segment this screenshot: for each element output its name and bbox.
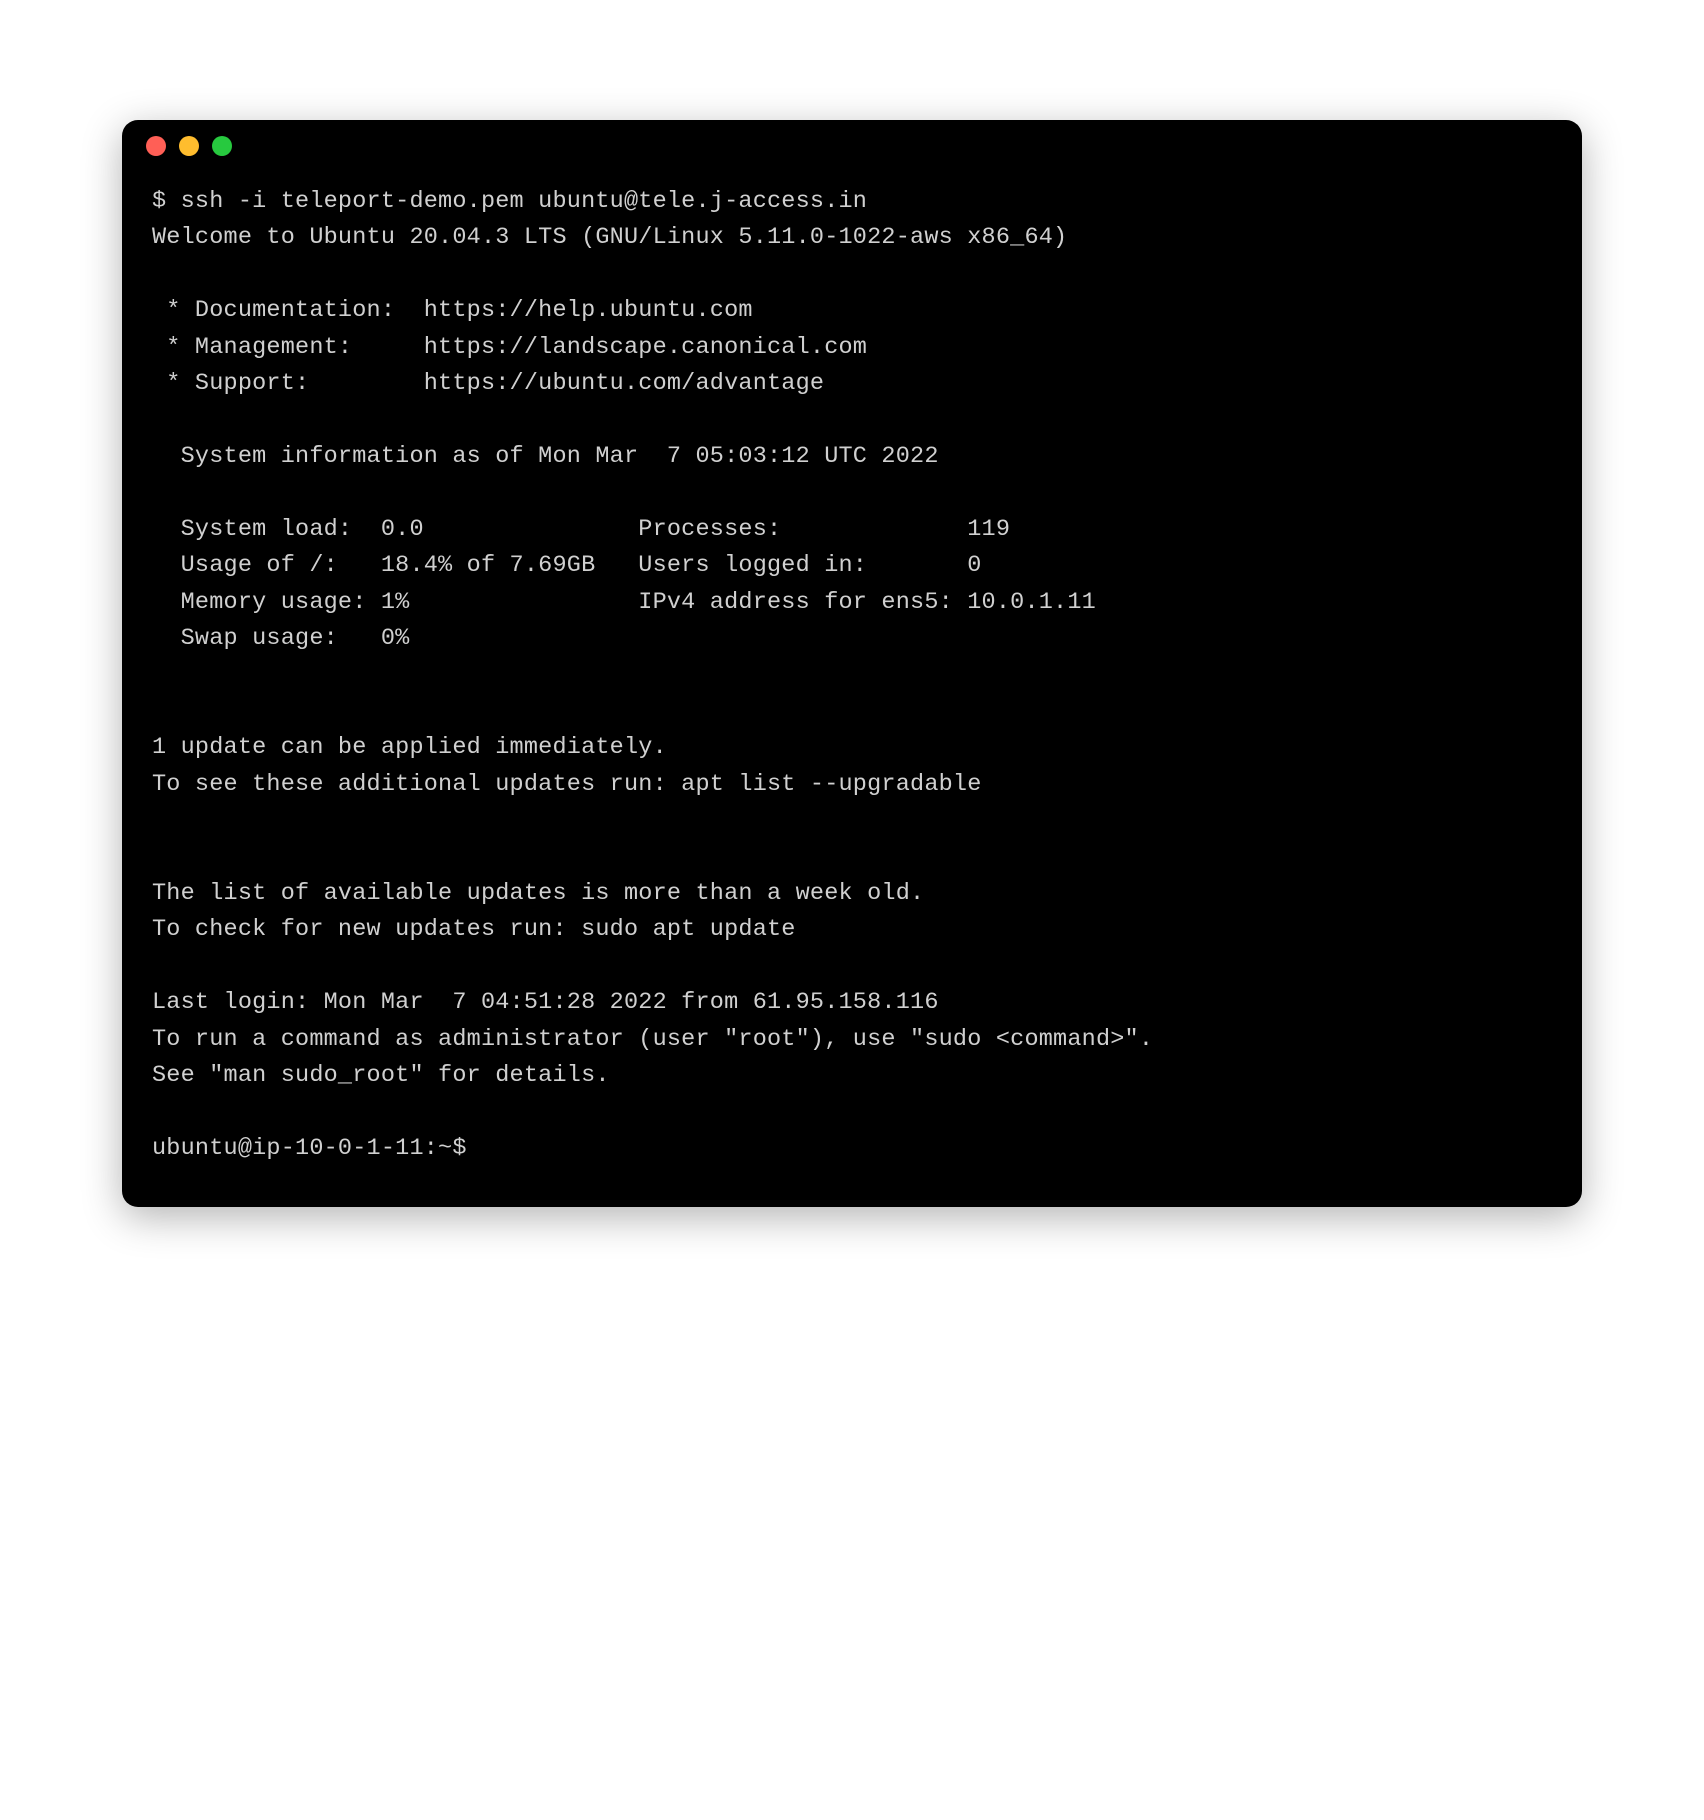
- last-login: Last login: Mon Mar 7 04:51:28 2022 from…: [152, 989, 939, 1016]
- stat-line-2: Usage of /: 18.4% of 7.69GB Users logged…: [152, 552, 982, 579]
- maximize-icon[interactable]: [212, 136, 232, 156]
- welcome-banner: Welcome to Ubuntu 20.04.3 LTS (GNU/Linux…: [152, 224, 1067, 251]
- stale-line-1: The list of available updates is more th…: [152, 880, 924, 907]
- support-link: * Support: https://ubuntu.com/advantage: [152, 370, 824, 397]
- minimize-icon[interactable]: [179, 136, 199, 156]
- shell-prompt[interactable]: ubuntu@ip-10-0-1-11:~$: [152, 1135, 481, 1162]
- management-link: * Management: https://landscape.canonica…: [152, 334, 867, 361]
- sudo-hint-1: To run a command as administrator (user …: [152, 1026, 1153, 1053]
- sudo-hint-2: See "man sudo_root" for details.: [152, 1062, 610, 1089]
- terminal-body[interactable]: $ ssh -i teleport-demo.pem ubuntu@tele.j…: [122, 172, 1582, 1207]
- terminal-window: $ ssh -i teleport-demo.pem ubuntu@tele.j…: [122, 120, 1582, 1207]
- stat-line-3: Memory usage: 1% IPv4 address for ens5: …: [152, 589, 1096, 616]
- updates-line-1: 1 update can be applied immediately.: [152, 734, 667, 761]
- stat-line-4: Swap usage: 0%: [152, 625, 409, 652]
- updates-line-2: To see these additional updates run: apt…: [152, 771, 982, 798]
- system-info-header: System information as of Mon Mar 7 05:03…: [152, 443, 939, 470]
- stat-line-1: System load: 0.0 Processes: 119: [152, 516, 1010, 543]
- ssh-command: $ ssh -i teleport-demo.pem ubuntu@tele.j…: [152, 188, 867, 215]
- documentation-link: * Documentation: https://help.ubuntu.com: [152, 297, 753, 324]
- stale-line-2: To check for new updates run: sudo apt u…: [152, 916, 796, 943]
- close-icon[interactable]: [146, 136, 166, 156]
- window-titlebar: [122, 120, 1582, 172]
